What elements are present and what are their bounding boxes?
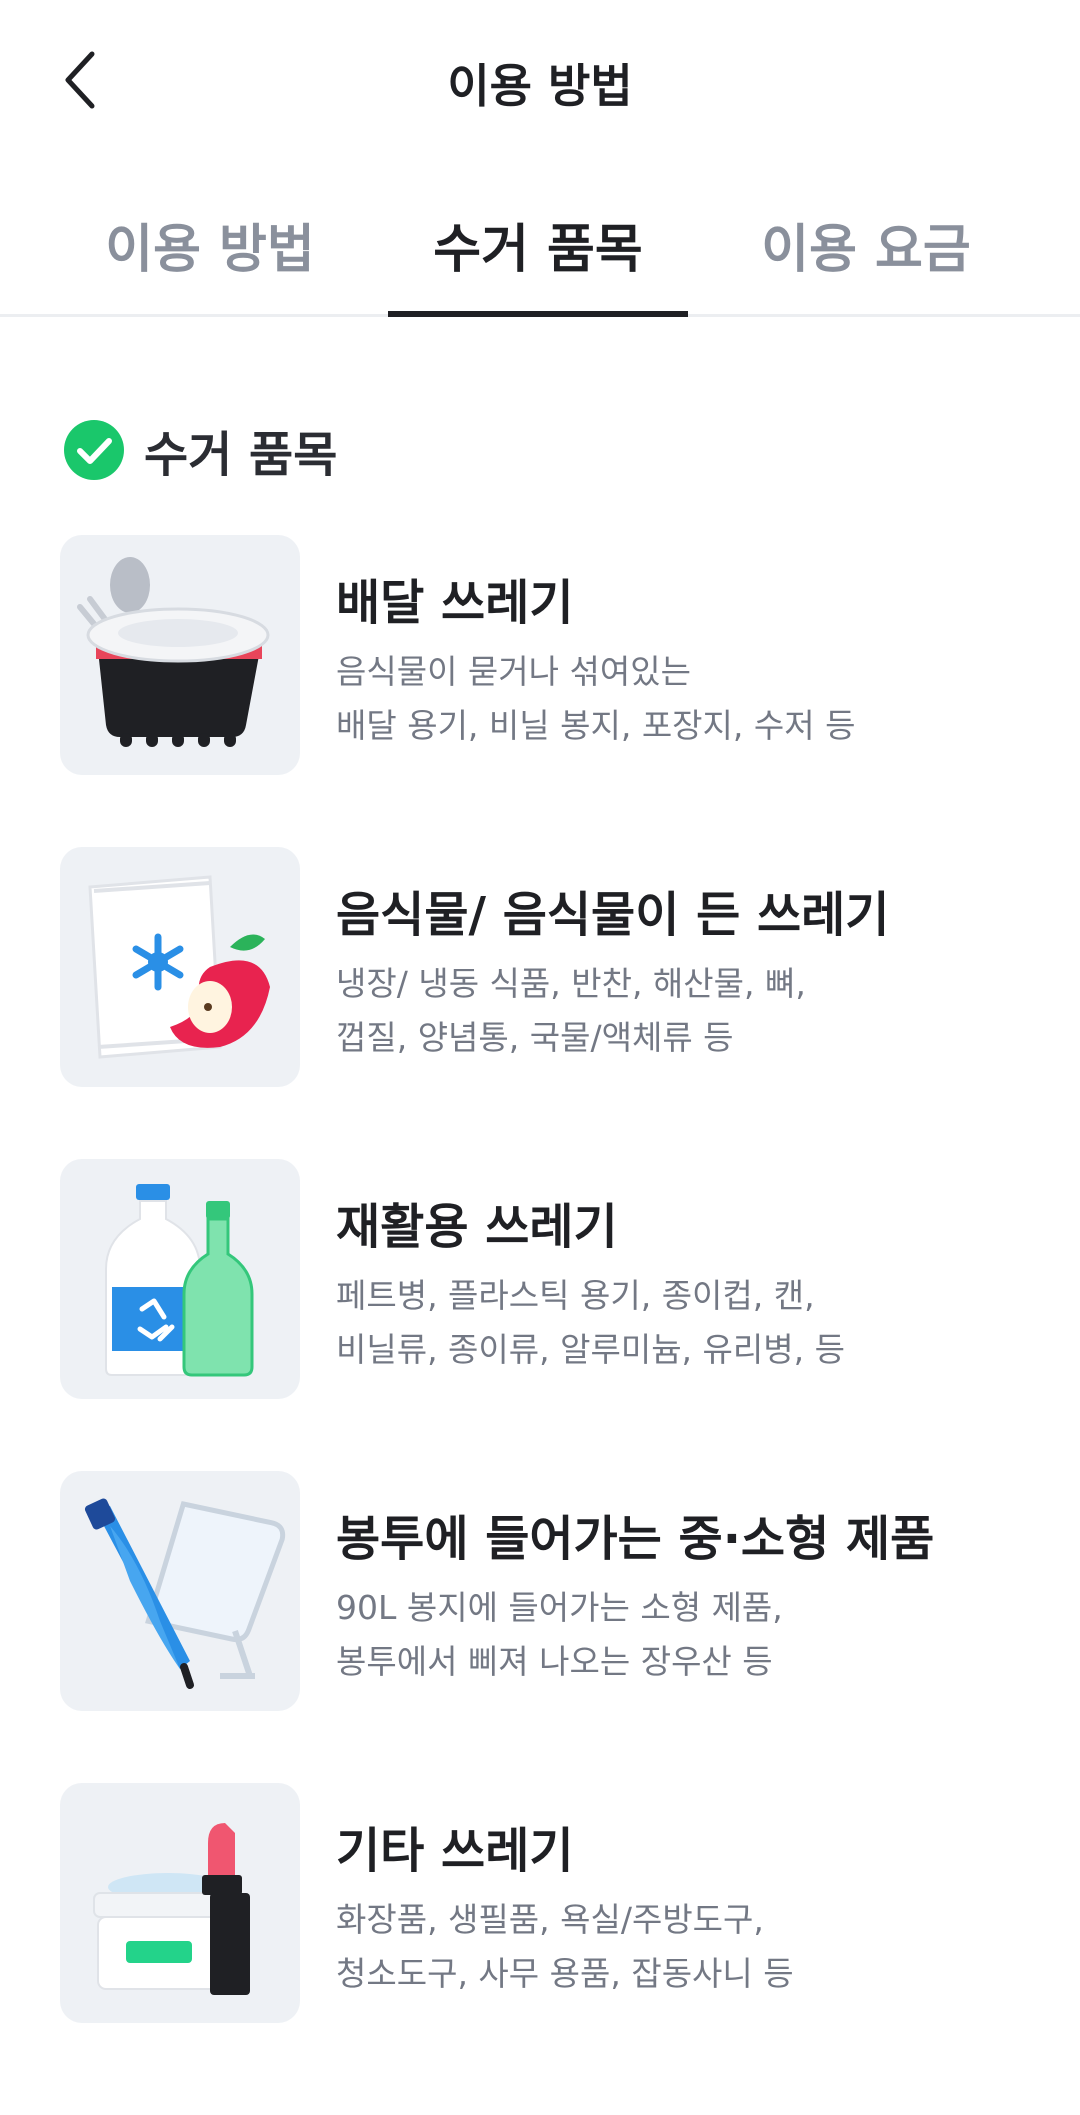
check-circle-icon bbox=[64, 420, 124, 480]
item-title: 봉투에 들어가는 중·소형 제품 bbox=[336, 1511, 935, 1567]
tab-collection-items[interactable]: 수거 품목 bbox=[388, 200, 688, 317]
active-tab-indicator bbox=[388, 311, 688, 317]
tab-bar: 이용 방법 수거 품목 이용 요금 bbox=[0, 200, 1080, 317]
item-title: 재활용 쓰레기 bbox=[336, 1199, 618, 1255]
tab-label: 수거 품목 bbox=[433, 220, 643, 280]
item-description: 화장품, 생필품, 욕실/주방도구, 청소도구, 사무 용품, 잡동사니 등 bbox=[336, 1893, 794, 2001]
recycling-bottles-icon bbox=[60, 1159, 300, 1399]
tab-usage[interactable]: 이용 방법 bbox=[60, 200, 360, 314]
cosmetics-icon bbox=[60, 1783, 300, 2023]
list-item-delivery-waste: 배달 쓰레기 음식물이 묻거나 섞여있는 배달 용기, 비닐 봉지, 포장지, … bbox=[60, 535, 1040, 775]
tab-pricing[interactable]: 이용 요금 bbox=[716, 200, 1016, 314]
item-title: 기타 쓰레기 bbox=[336, 1823, 574, 1879]
item-description-line: 음식물이 묻거나 섞여있는 bbox=[336, 652, 691, 691]
item-description: 90L 봉지에 들어가는 소형 제품, 봉투에서 삐져 나오는 장우산 등 bbox=[336, 1581, 783, 1689]
item-description-line: 냉장/ 냉동 식품, 반찬, 해산물, 뼈, bbox=[336, 964, 806, 1003]
item-title: 음식물/ 음식물이 든 쓰레기 bbox=[336, 887, 890, 943]
section-title: 수거 품목 bbox=[144, 427, 338, 483]
page-title: 이용 방법 bbox=[447, 59, 633, 113]
list-item-other-waste: 기타 쓰레기 화장품, 생필품, 욕실/주방도구, 청소도구, 사무 용품, 잡… bbox=[60, 1783, 1040, 2023]
section-header: 수거 품목 bbox=[64, 415, 337, 485]
list-item-bag-sized-products: 봉투에 들어가는 중·소형 제품 90L 봉지에 들어가는 소형 제품, 봉투에… bbox=[60, 1471, 1040, 1711]
item-description-line: 90L 봉지에 들어가는 소형 제품, bbox=[336, 1588, 783, 1627]
food-waste-icon bbox=[60, 847, 300, 1087]
item-description-line: 비닐류, 종이류, 알루미늄, 유리병, 등 bbox=[336, 1330, 845, 1369]
item-description-line: 배달 용기, 비닐 봉지, 포장지, 수저 등 bbox=[336, 706, 856, 745]
item-description-line: 껍질, 양념통, 국물/액체류 등 bbox=[336, 1018, 734, 1057]
item-description: 페트병, 플라스틱 용기, 종이컵, 캔, 비닐류, 종이류, 알루미늄, 유리… bbox=[336, 1269, 845, 1377]
item-description-line: 화장품, 생필품, 욕실/주방도구, bbox=[336, 1900, 764, 1939]
app-header: 이용 방법 bbox=[0, 0, 1080, 170]
list-item-food-waste: 음식물/ 음식물이 든 쓰레기 냉장/ 냉동 식품, 반찬, 해산물, 뼈, 껍… bbox=[60, 847, 1040, 1087]
list-item-recyclables: 재활용 쓰레기 페트병, 플라스틱 용기, 종이컵, 캔, 비닐류, 종이류, … bbox=[60, 1159, 1040, 1399]
item-description: 음식물이 묻거나 섞여있는 배달 용기, 비닐 봉지, 포장지, 수저 등 bbox=[336, 645, 855, 753]
item-title: 배달 쓰레기 bbox=[336, 575, 574, 631]
item-description: 냉장/ 냉동 식품, 반찬, 해산물, 뼈, 껍질, 양념통, 국물/액체류 등 bbox=[336, 957, 806, 1065]
umbrella-mirror-icon bbox=[60, 1471, 300, 1711]
delivery-container-icon bbox=[60, 535, 300, 775]
item-description-line: 청소도구, 사무 용품, 잡동사니 등 bbox=[336, 1954, 794, 1993]
item-description-line: 봉투에서 삐져 나오는 장우산 등 bbox=[336, 1642, 773, 1681]
item-description-line: 페트병, 플라스틱 용기, 종이컵, 캔, bbox=[336, 1276, 815, 1315]
